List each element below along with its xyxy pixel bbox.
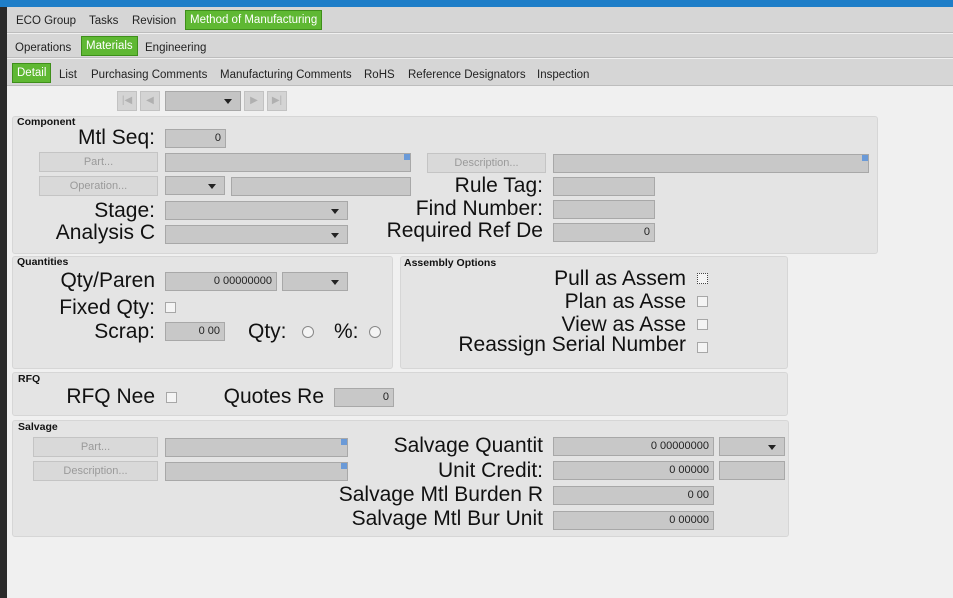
tab-materials[interactable]: Materials bbox=[81, 36, 138, 56]
tab-engineering[interactable]: Engineering bbox=[145, 41, 206, 55]
tab-operations[interactable]: Operations bbox=[15, 41, 71, 55]
salvage-part-field[interactable] bbox=[165, 438, 348, 457]
salvage-burden-rate-field[interactable]: 0 00 bbox=[553, 486, 714, 505]
tab-tasks[interactable]: Tasks bbox=[89, 14, 118, 28]
scrap-label: Scrap: bbox=[94, 320, 155, 343]
chevron-down-icon bbox=[768, 445, 776, 450]
find-number-label: Find Number: bbox=[415, 197, 543, 220]
chevron-down-icon bbox=[331, 209, 339, 214]
scrap-percent-label: %: bbox=[334, 320, 359, 343]
qty-per-parent-label: Qty/Paren bbox=[60, 269, 155, 292]
first-record-icon[interactable]: |◀ bbox=[117, 91, 137, 111]
salvage-burden-unit-field[interactable]: 0 00000 bbox=[553, 511, 714, 530]
scrap-qty-label: Qty: bbox=[248, 320, 287, 343]
chevron-down-icon bbox=[331, 233, 339, 238]
operation-dropdown[interactable] bbox=[165, 176, 225, 195]
quotes-required-field[interactable]: 0 bbox=[334, 388, 394, 407]
left-edge-bar bbox=[0, 7, 7, 598]
qty-per-parent-field[interactable]: 0 00000000 bbox=[165, 272, 277, 291]
salvage-part-button[interactable]: Part... bbox=[33, 437, 158, 457]
mtl-seq-field[interactable]: 0 bbox=[165, 129, 226, 148]
plan-as-assembly-label: Plan as Asse bbox=[564, 290, 686, 313]
scrap-field[interactable]: 0 00 bbox=[165, 322, 225, 341]
required-ref-label: Required Ref De bbox=[386, 219, 543, 242]
find-number-field[interactable] bbox=[553, 200, 655, 219]
stage-dropdown[interactable] bbox=[165, 201, 348, 220]
last-record-icon[interactable]: ▶| bbox=[267, 91, 287, 111]
rfq-needed-label: RFQ Nee bbox=[66, 385, 155, 408]
required-ref-field[interactable]: 0 bbox=[553, 223, 655, 242]
mtl-seq-label: Mtl Seq: bbox=[77, 126, 155, 149]
pull-as-assembly-checkbox[interactable] bbox=[697, 273, 708, 284]
chevron-down-icon bbox=[331, 280, 339, 285]
quantities-group-title: Quantities bbox=[17, 256, 69, 268]
previous-record-icon[interactable]: ◀ bbox=[140, 91, 160, 111]
salvage-quantity-field[interactable]: 0 00000000 bbox=[553, 437, 714, 456]
window-title-bar bbox=[0, 0, 953, 7]
chevron-down-icon bbox=[208, 184, 216, 189]
view-as-assembly-checkbox[interactable] bbox=[697, 319, 708, 330]
rule-tag-field[interactable] bbox=[553, 177, 655, 196]
tab-eco-group[interactable]: ECO Group bbox=[16, 14, 76, 28]
operation-button[interactable]: Operation... bbox=[39, 176, 158, 196]
tab-row-bottom: Detail List Purchasing Comments Manufact… bbox=[7, 59, 953, 86]
part-button[interactable]: Part... bbox=[39, 152, 158, 172]
tab-inspection[interactable]: Inspection bbox=[537, 68, 589, 82]
tab-purchasing-comments[interactable]: Purchasing Comments bbox=[91, 68, 207, 82]
salvage-quantity-label: Salvage Quantit bbox=[393, 434, 543, 457]
salvage-description-button[interactable]: Description... bbox=[33, 461, 158, 481]
tab-manufacturing-comments[interactable]: Manufacturing Comments bbox=[220, 68, 352, 82]
analysis-code-dropdown[interactable] bbox=[165, 225, 348, 244]
fixed-qty-checkbox[interactable] bbox=[165, 302, 176, 313]
salvage-burden-rate-label: Salvage Mtl Burden R bbox=[338, 483, 543, 506]
tab-detail[interactable]: Detail bbox=[12, 63, 52, 83]
tab-list[interactable]: List bbox=[59, 68, 77, 82]
description-field[interactable] bbox=[553, 154, 869, 173]
reassign-serial-number-checkbox[interactable] bbox=[697, 342, 708, 353]
tab-reference-designators[interactable]: Reference Designators bbox=[408, 68, 526, 82]
tab-revision[interactable]: Revision bbox=[132, 14, 176, 28]
analysis-code-label: Analysis C bbox=[55, 221, 155, 244]
fixed-qty-label: Fixed Qty: bbox=[59, 296, 155, 319]
unit-credit-currency-field[interactable] bbox=[719, 461, 785, 480]
scrap-percent-radio[interactable] bbox=[369, 326, 381, 338]
record-selector-dropdown[interactable] bbox=[165, 91, 241, 111]
plan-as-assembly-checkbox[interactable] bbox=[697, 296, 708, 307]
rule-tag-label: Rule Tag: bbox=[454, 174, 543, 197]
uom-dropdown[interactable] bbox=[282, 272, 348, 291]
tab-row-middle: Operations Materials Engineering bbox=[7, 34, 953, 58]
operation-description-field[interactable] bbox=[231, 177, 411, 196]
tab-rohs[interactable]: RoHS bbox=[364, 68, 395, 82]
unit-credit-label: Unit Credit: bbox=[437, 459, 543, 482]
reassign-serial-number-label: Reassign Serial Number bbox=[458, 333, 686, 356]
next-record-icon[interactable]: ▶ bbox=[244, 91, 264, 111]
part-field[interactable] bbox=[165, 153, 411, 172]
tab-row-top: ECO Group Tasks Revision Method of Manuf… bbox=[7, 7, 953, 33]
rfq-needed-checkbox[interactable] bbox=[166, 392, 177, 403]
rfq-group-title: RFQ bbox=[18, 373, 41, 385]
salvage-burden-unit-label: Salvage Mtl Bur Unit bbox=[351, 507, 543, 530]
pull-as-assembly-label: Pull as Assem bbox=[554, 267, 686, 290]
salvage-group-title: Salvage bbox=[18, 421, 58, 433]
salvage-uom-dropdown[interactable] bbox=[719, 437, 785, 456]
unit-credit-field[interactable]: 0 00000 bbox=[553, 461, 714, 480]
chevron-down-icon bbox=[224, 99, 232, 104]
tab-method-of-manufacturing[interactable]: Method of Manufacturing bbox=[185, 10, 323, 30]
quotes-required-label: Quotes Re bbox=[223, 385, 324, 408]
salvage-description-field[interactable] bbox=[165, 462, 348, 481]
scrap-qty-radio[interactable] bbox=[302, 326, 314, 338]
stage-label: Stage: bbox=[94, 199, 155, 222]
description-button[interactable]: Description... bbox=[427, 153, 546, 173]
